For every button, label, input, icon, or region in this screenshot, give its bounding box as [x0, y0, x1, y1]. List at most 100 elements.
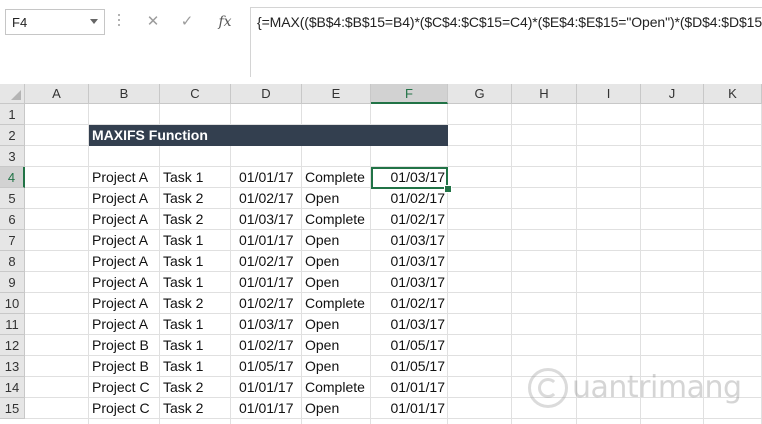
check-icon[interactable]: ✓: [175, 11, 199, 33]
column-header-d[interactable]: D: [231, 84, 302, 104]
project-cell[interactable]: Project A: [92, 188, 148, 209]
project-cell[interactable]: Project A: [92, 272, 148, 293]
status-cell[interactable]: Open: [305, 188, 339, 209]
project-cell[interactable]: Project A: [92, 230, 148, 251]
result-date-cell[interactable]: 01/03/17: [371, 230, 446, 251]
watermark-logo-inner-icon: [538, 378, 558, 398]
task-cell[interactable]: Task 1: [163, 314, 203, 335]
row-header-10[interactable]: 10: [0, 293, 25, 314]
start-date-cell[interactable]: 01/02/17: [239, 188, 294, 209]
start-date-cell[interactable]: 01/02/17: [239, 335, 294, 356]
result-date-cell[interactable]: 01/03/17: [371, 251, 446, 272]
task-cell[interactable]: Task 2: [163, 188, 203, 209]
project-cell[interactable]: Project C: [92, 398, 150, 419]
fill-handle[interactable]: [444, 185, 452, 193]
result-date-cell[interactable]: 01/03/17: [371, 272, 446, 293]
column-header-i[interactable]: I: [577, 84, 641, 104]
row-header-13[interactable]: 13: [0, 356, 25, 377]
formula-text: {=MAX(($B$4:$B$15=B4)*($C$4:$C$15=C4)*($…: [257, 14, 762, 30]
task-cell[interactable]: Task 1: [163, 230, 203, 251]
task-cell[interactable]: Task 1: [163, 251, 203, 272]
project-cell[interactable]: Project B: [92, 335, 149, 356]
start-date-cell[interactable]: 01/01/17: [239, 230, 294, 251]
result-date-cell[interactable]: 01/01/17: [371, 377, 446, 398]
result-date-cell[interactable]: 01/03/17: [371, 167, 446, 188]
result-date-cell[interactable]: 01/05/17: [371, 335, 446, 356]
status-cell[interactable]: Open: [305, 335, 339, 356]
row-header-15[interactable]: 15: [0, 398, 25, 419]
formula-bar-area: F4 ✕ ✓ fx {=MAX(($B$4:$B$15=B4)*($C$4:$C…: [0, 0, 762, 85]
result-date-cell[interactable]: 01/02/17: [371, 188, 446, 209]
result-date-cell[interactable]: 01/02/17: [371, 209, 446, 230]
start-date-cell[interactable]: 01/01/17: [239, 377, 294, 398]
column-header-g[interactable]: G: [448, 84, 512, 104]
column-header-f[interactable]: F: [371, 84, 448, 104]
row-header-14[interactable]: 14: [0, 377, 25, 398]
row-header-6[interactable]: 6: [0, 209, 25, 230]
task-cell[interactable]: Task 1: [163, 356, 203, 377]
row-header-8[interactable]: 8: [0, 251, 25, 272]
column-header-j[interactable]: J: [641, 84, 704, 104]
result-date-cell[interactable]: 01/02/17: [371, 293, 446, 314]
status-cell[interactable]: Open: [305, 356, 339, 377]
result-date-cell[interactable]: 01/01/17: [371, 398, 446, 419]
status-cell[interactable]: Open: [305, 314, 339, 335]
row-header-1[interactable]: 1: [0, 104, 25, 125]
project-cell[interactable]: Project A: [92, 167, 148, 188]
status-cell[interactable]: Open: [305, 272, 339, 293]
row-header-11[interactable]: 11: [0, 314, 25, 335]
status-cell[interactable]: Open: [305, 398, 339, 419]
status-cell[interactable]: Complete: [305, 209, 365, 230]
column-header-c[interactable]: C: [160, 84, 231, 104]
status-cell[interactable]: Open: [305, 230, 339, 251]
column-header-e[interactable]: E: [302, 84, 371, 104]
insert-function-button[interactable]: fx: [213, 11, 237, 33]
project-cell[interactable]: Project A: [92, 293, 148, 314]
task-cell[interactable]: Task 2: [163, 293, 203, 314]
formula-input[interactable]: {=MAX(($B$4:$B$15=B4)*($C$4:$C$15=C4)*($…: [250, 7, 762, 77]
sheet-title-bar[interactable]: MAXIFS Function: [89, 125, 448, 146]
project-cell[interactable]: Project A: [92, 314, 148, 335]
start-date-cell[interactable]: 01/05/17: [239, 356, 294, 377]
column-header-b[interactable]: B: [89, 84, 160, 104]
row-header-7[interactable]: 7: [0, 230, 25, 251]
column-header-a[interactable]: A: [25, 84, 89, 104]
row-header-5[interactable]: 5: [0, 188, 25, 209]
watermark: uantrimang: [528, 366, 753, 416]
start-date-cell[interactable]: 01/01/17: [239, 272, 294, 293]
result-date-cell[interactable]: 01/05/17: [371, 356, 446, 377]
status-cell[interactable]: Complete: [305, 167, 365, 188]
column-header-k[interactable]: K: [704, 84, 762, 104]
row-header-9[interactable]: 9: [0, 272, 25, 293]
task-cell[interactable]: Task 2: [163, 209, 203, 230]
start-date-cell[interactable]: 01/02/17: [239, 293, 294, 314]
row-header-3[interactable]: 3: [0, 146, 25, 167]
close-icon[interactable]: ✕: [141, 11, 165, 33]
status-cell[interactable]: Open: [305, 251, 339, 272]
project-cell[interactable]: Project A: [92, 209, 148, 230]
task-cell[interactable]: Task 1: [163, 167, 203, 188]
start-date-cell[interactable]: 01/03/17: [239, 209, 294, 230]
task-cell[interactable]: Task 2: [163, 377, 203, 398]
task-cell[interactable]: Task 1: [163, 335, 203, 356]
column-header-h[interactable]: H: [512, 84, 577, 104]
row-header-12[interactable]: 12: [0, 335, 25, 356]
status-cell[interactable]: Complete: [305, 293, 365, 314]
start-date-cell[interactable]: 01/01/17: [239, 398, 294, 419]
start-date-cell[interactable]: 01/02/17: [239, 251, 294, 272]
project-cell[interactable]: Project C: [92, 377, 150, 398]
drag-handle-icon[interactable]: [118, 12, 121, 32]
result-date-cell[interactable]: 01/03/17: [371, 314, 446, 335]
chevron-down-icon[interactable]: [90, 19, 98, 24]
project-cell[interactable]: Project B: [92, 356, 149, 377]
task-cell[interactable]: Task 2: [163, 398, 203, 419]
start-date-cell[interactable]: 01/03/17: [239, 314, 294, 335]
row-header-4[interactable]: 4: [0, 167, 25, 188]
row-header-2[interactable]: 2: [0, 125, 25, 146]
start-date-cell[interactable]: 01/01/17: [239, 167, 294, 188]
name-box[interactable]: F4: [5, 9, 105, 35]
select-all-button[interactable]: [0, 84, 25, 104]
task-cell[interactable]: Task 1: [163, 272, 203, 293]
project-cell[interactable]: Project A: [92, 251, 148, 272]
status-cell[interactable]: Complete: [305, 377, 365, 398]
